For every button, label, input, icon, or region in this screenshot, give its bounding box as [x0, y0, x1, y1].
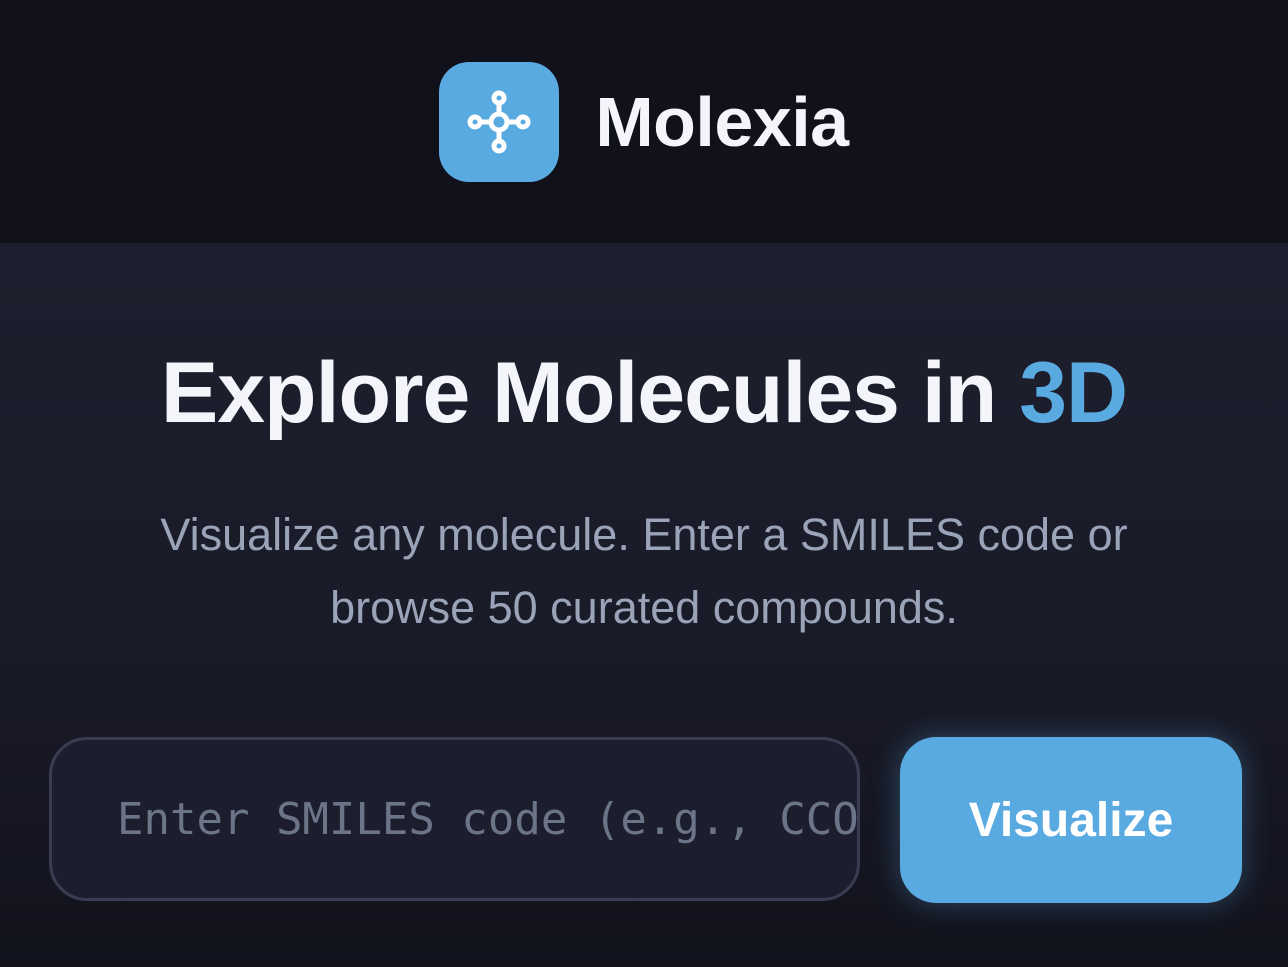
- hero-section: Explore Molecules in 3D Visualize any mo…: [0, 243, 1288, 967]
- brand-name: Molexia: [595, 82, 849, 161]
- page-title: Explore Molecules in 3D: [0, 343, 1288, 443]
- app-header: Molexia: [0, 0, 1288, 243]
- smiles-input[interactable]: [49, 737, 860, 901]
- title-main: Explore Molecules in: [160, 345, 1020, 441]
- page-subtitle: Visualize any molecule. Enter a SMILES c…: [160, 509, 1128, 633]
- app-logo[interactable]: [439, 61, 560, 182]
- molecule-icon: [467, 90, 531, 153]
- visualize-button[interactable]: Visualize: [900, 737, 1242, 903]
- title-accent: 3D: [1019, 345, 1128, 441]
